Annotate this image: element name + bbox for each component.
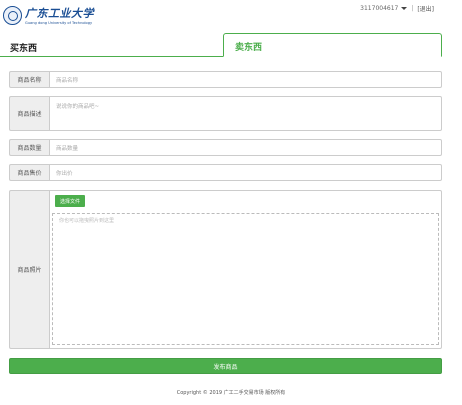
price-label: 商品售价 (9, 164, 49, 181)
logo-chinese-name: 广东工业大学 (25, 7, 94, 20)
chevron-down-icon (401, 7, 408, 10)
name-row: 商品名称 商品名称 (9, 71, 442, 88)
price-input[interactable]: 你出价 (49, 164, 442, 181)
username: 3117004617 (360, 5, 399, 12)
username-dropdown[interactable]: 3117004617 (360, 5, 408, 12)
desc-label: 商品描述 (9, 96, 49, 131)
tab-bar: 买东西 卖东西 (0, 33, 462, 57)
tab-sell-label: 卖东西 (235, 43, 263, 53)
logout-link[interactable]: [退出] (417, 4, 434, 13)
photo-row: 商品照片 选择文件 你也可以拖曳照片到这里 (9, 190, 442, 349)
photo-label: 商品照片 (9, 190, 49, 349)
university-seal-icon (3, 6, 22, 25)
publish-button[interactable]: 发布商品 (9, 358, 442, 374)
user-bar: 3117004617 | [退出] (360, 4, 434, 13)
tab-sell[interactable]: 卖东西 (223, 33, 442, 57)
name-label: 商品名称 (9, 71, 49, 88)
desc-row: 商品描述 说说你的商品吧~ (9, 96, 442, 131)
price-row: 商品售价 你出价 (9, 164, 442, 181)
tab-buy[interactable]: 买东西 (10, 41, 37, 54)
footer-copyright: Copyright © 2019 广工二手交易市场 版权所有 (176, 390, 286, 396)
qty-input[interactable]: 商品数量 (49, 139, 442, 156)
drop-hint: 你也可以拖曳照片到这里 (59, 218, 115, 224)
header: 广东工业大学 Guang dong University of Technolo… (0, 0, 462, 34)
qty-row: 商品数量 商品数量 (9, 139, 442, 156)
qty-label: 商品数量 (9, 139, 49, 156)
desc-textarea[interactable]: 说说你的商品吧~ (49, 96, 442, 131)
photo-upload-area: 选择文件 你也可以拖曳照片到这里 (49, 190, 442, 349)
choose-file-button[interactable]: 选择文件 (55, 195, 85, 207)
separator: | (411, 5, 414, 12)
logo-english-name: Guang dong University of Technology (25, 21, 93, 25)
photo-dropzone[interactable]: 你也可以拖曳照片到这里 (52, 213, 439, 345)
name-input[interactable]: 商品名称 (49, 71, 442, 88)
university-logo[interactable]: 广东工业大学 Guang dong University of Technolo… (3, 5, 94, 31)
